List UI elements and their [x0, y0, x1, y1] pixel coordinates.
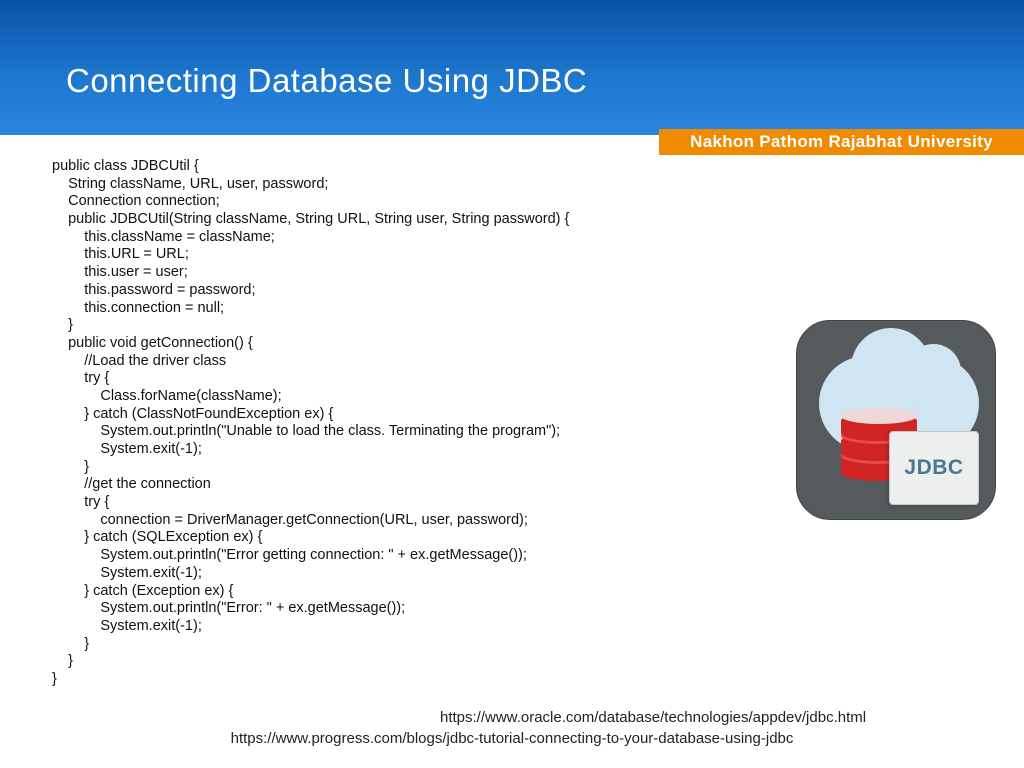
- header-banner: Connecting Database Using JDBC: [0, 0, 1024, 135]
- page-title: Connecting Database Using JDBC: [66, 62, 587, 100]
- footer-links: https://www.progress.com/blogs/jdbc-tuto…: [0, 727, 1024, 750]
- code-snippet: public class JDBCUtil { String className…: [52, 158, 569, 689]
- university-ribbon: Nakhon Pathom Rajabhat University: [659, 129, 1024, 155]
- footer-link-progress: https://www.progress.com/blogs/jdbc-tuto…: [0, 730, 1024, 747]
- jdbc-card: JDBC: [889, 431, 979, 505]
- jdbc-card-label: JDBC: [904, 456, 963, 480]
- jdbc-icon: JDBC: [796, 320, 996, 520]
- footer-link-oracle: https://www.oracle.com/database/technolo…: [440, 709, 866, 726]
